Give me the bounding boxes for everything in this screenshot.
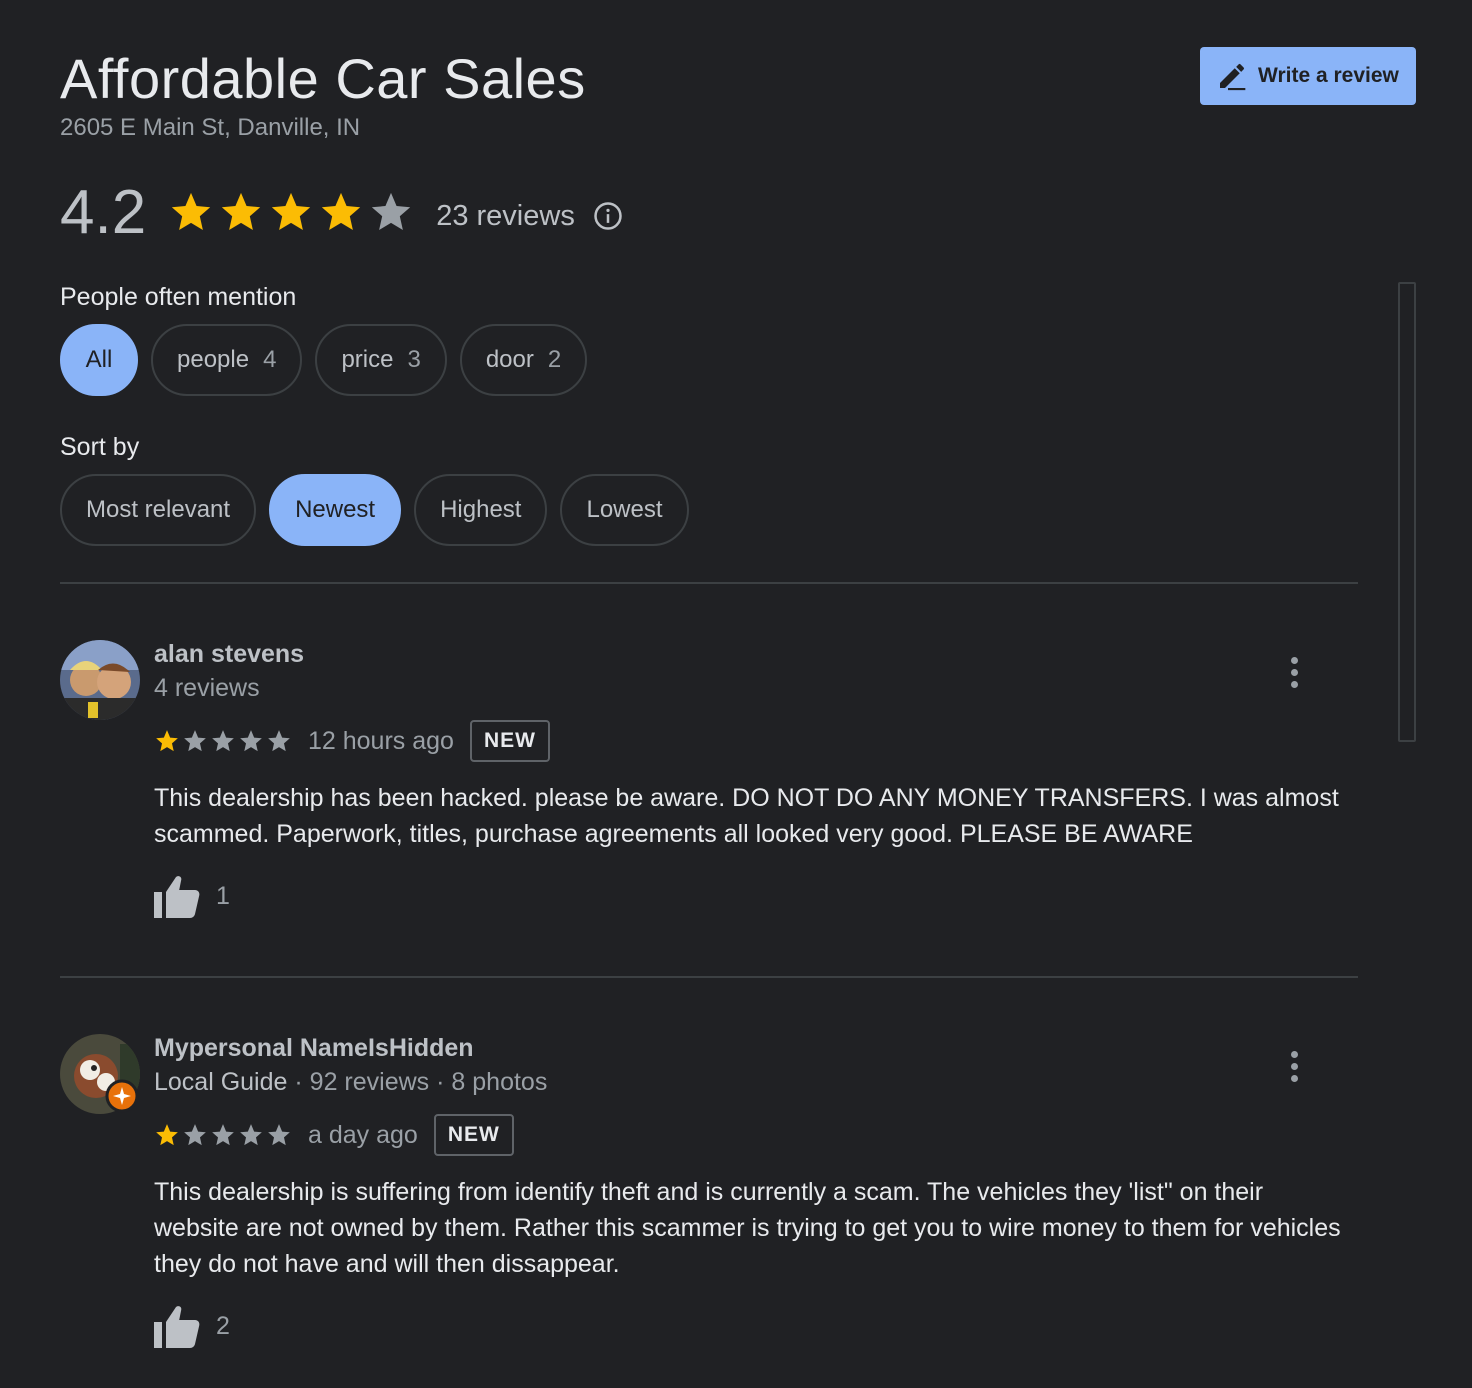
local-guide-label: Local Guide (154, 1068, 288, 1096)
dot (1290, 680, 1298, 688)
divider (60, 582, 1358, 584)
chip-label: All (85, 346, 113, 373)
reviewer-meta: Local Guide · 92 reviews · 8 photos (154, 1068, 547, 1097)
dot (1290, 1050, 1298, 1058)
mentions-label: People often mention (60, 283, 297, 311)
star-empty-icon (240, 1124, 262, 1146)
star-full-icon (156, 1124, 178, 1146)
mentions-chips: All people 4 price 3 door 2 (60, 324, 588, 396)
divider (60, 976, 1358, 978)
scrollbar[interactable] (1398, 282, 1416, 742)
star-empty-icon (240, 730, 262, 752)
write-review-button[interactable]: Write a review (1200, 47, 1416, 105)
meta-separator: · (294, 1068, 303, 1096)
reviewer-review-count: 92 reviews (309, 1068, 430, 1096)
review-time: 12 hours ago (308, 726, 454, 755)
chip-all[interactable]: All (60, 324, 138, 396)
star-empty-icon (372, 192, 411, 231)
thumbs-up-icon (154, 1306, 200, 1348)
sort-option-label: Most relevant (86, 496, 231, 523)
chip-count: 3 (407, 346, 421, 373)
star-empty-icon (268, 730, 290, 752)
avatar[interactable] (60, 1034, 140, 1114)
sort-option-label: Newest (295, 496, 376, 523)
chip-people[interactable]: people 4 (151, 324, 303, 396)
more-options-button[interactable] (1280, 1046, 1308, 1086)
info-icon[interactable] (593, 201, 623, 231)
sort-most-relevant[interactable]: Most relevant (60, 474, 257, 546)
like-count: 1 (216, 881, 230, 910)
meta-separator: · (436, 1068, 445, 1096)
sort-highest[interactable]: Highest (414, 474, 548, 546)
pencil-icon (1220, 63, 1246, 91)
dot (1290, 1074, 1298, 1082)
sort-newest[interactable]: Newest (269, 474, 402, 546)
reviews-count: 23 reviews (436, 199, 575, 232)
business-address: 2605 E Main St, Danville, IN (60, 114, 361, 141)
chip-price[interactable]: price 3 (315, 324, 447, 396)
avatar[interactable] (60, 640, 140, 720)
new-badge: NEW (469, 720, 550, 762)
star-full-icon (222, 192, 261, 231)
star-empty-icon (184, 730, 206, 752)
sort-option-label: Lowest (586, 496, 663, 523)
sort-chips: Most relevant Newest Highest Lowest (60, 474, 689, 546)
rating-stars (168, 189, 414, 235)
star-full-icon (322, 192, 361, 231)
review-card: Mypersonal NameIsHidden Local Guide · 92… (60, 1034, 1358, 1374)
chip-label: price (341, 346, 394, 373)
star-empty-icon (184, 1124, 206, 1146)
chip-label: people (177, 346, 250, 373)
sort-lowest[interactable]: Lowest (560, 474, 689, 546)
review-time: a day ago (308, 1120, 418, 1149)
like-count: 2 (216, 1311, 230, 1340)
like-button[interactable]: 1 (154, 874, 230, 918)
review-stars (154, 728, 292, 754)
star-full-icon (172, 192, 211, 231)
new-badge: NEW (433, 1114, 514, 1156)
average-rating: 4.2 (60, 177, 147, 247)
star-full-icon (156, 730, 178, 752)
chip-door[interactable]: door 2 (459, 324, 588, 396)
dot (1290, 668, 1298, 676)
dot (1290, 1062, 1298, 1070)
review-stars (154, 1122, 292, 1148)
star-empty-icon (212, 1124, 234, 1146)
reviewer-name[interactable]: alan stevens (154, 640, 304, 669)
chip-count: 4 (263, 346, 277, 373)
review-text: This dealership has been hacked. please … (154, 784, 1339, 848)
sort-label: Sort by (60, 433, 140, 461)
review-rating-line: 12 hours ago NEW (154, 720, 550, 762)
reviewer-photo-count: 8 photos (451, 1068, 548, 1096)
dot (1290, 656, 1298, 664)
chip-label: door (485, 346, 534, 373)
review-rating-line: a day ago NEW (154, 1114, 514, 1156)
star-full-icon (272, 192, 311, 231)
write-review-label: Write a review (1258, 64, 1399, 87)
review-card: alan stevens 4 reviews 12 hours ago NEW … (60, 640, 1358, 940)
sort-option-label: Highest (440, 496, 522, 523)
review-text: This dealership is suffering from identi… (154, 1178, 1341, 1278)
more-options-button[interactable] (1280, 652, 1308, 692)
star-empty-icon (212, 730, 234, 752)
reviewer-meta: 4 reviews (154, 674, 260, 702)
thumbs-up-icon (154, 876, 200, 918)
rating-summary: 4.2 23 reviews (60, 174, 623, 250)
star-empty-icon (268, 1124, 290, 1146)
like-button[interactable]: 2 (154, 1304, 230, 1348)
business-name: Affordable Car Sales (60, 47, 586, 110)
chip-count: 2 (547, 346, 562, 373)
reviewer-name[interactable]: Mypersonal NameIsHidden (154, 1034, 474, 1063)
